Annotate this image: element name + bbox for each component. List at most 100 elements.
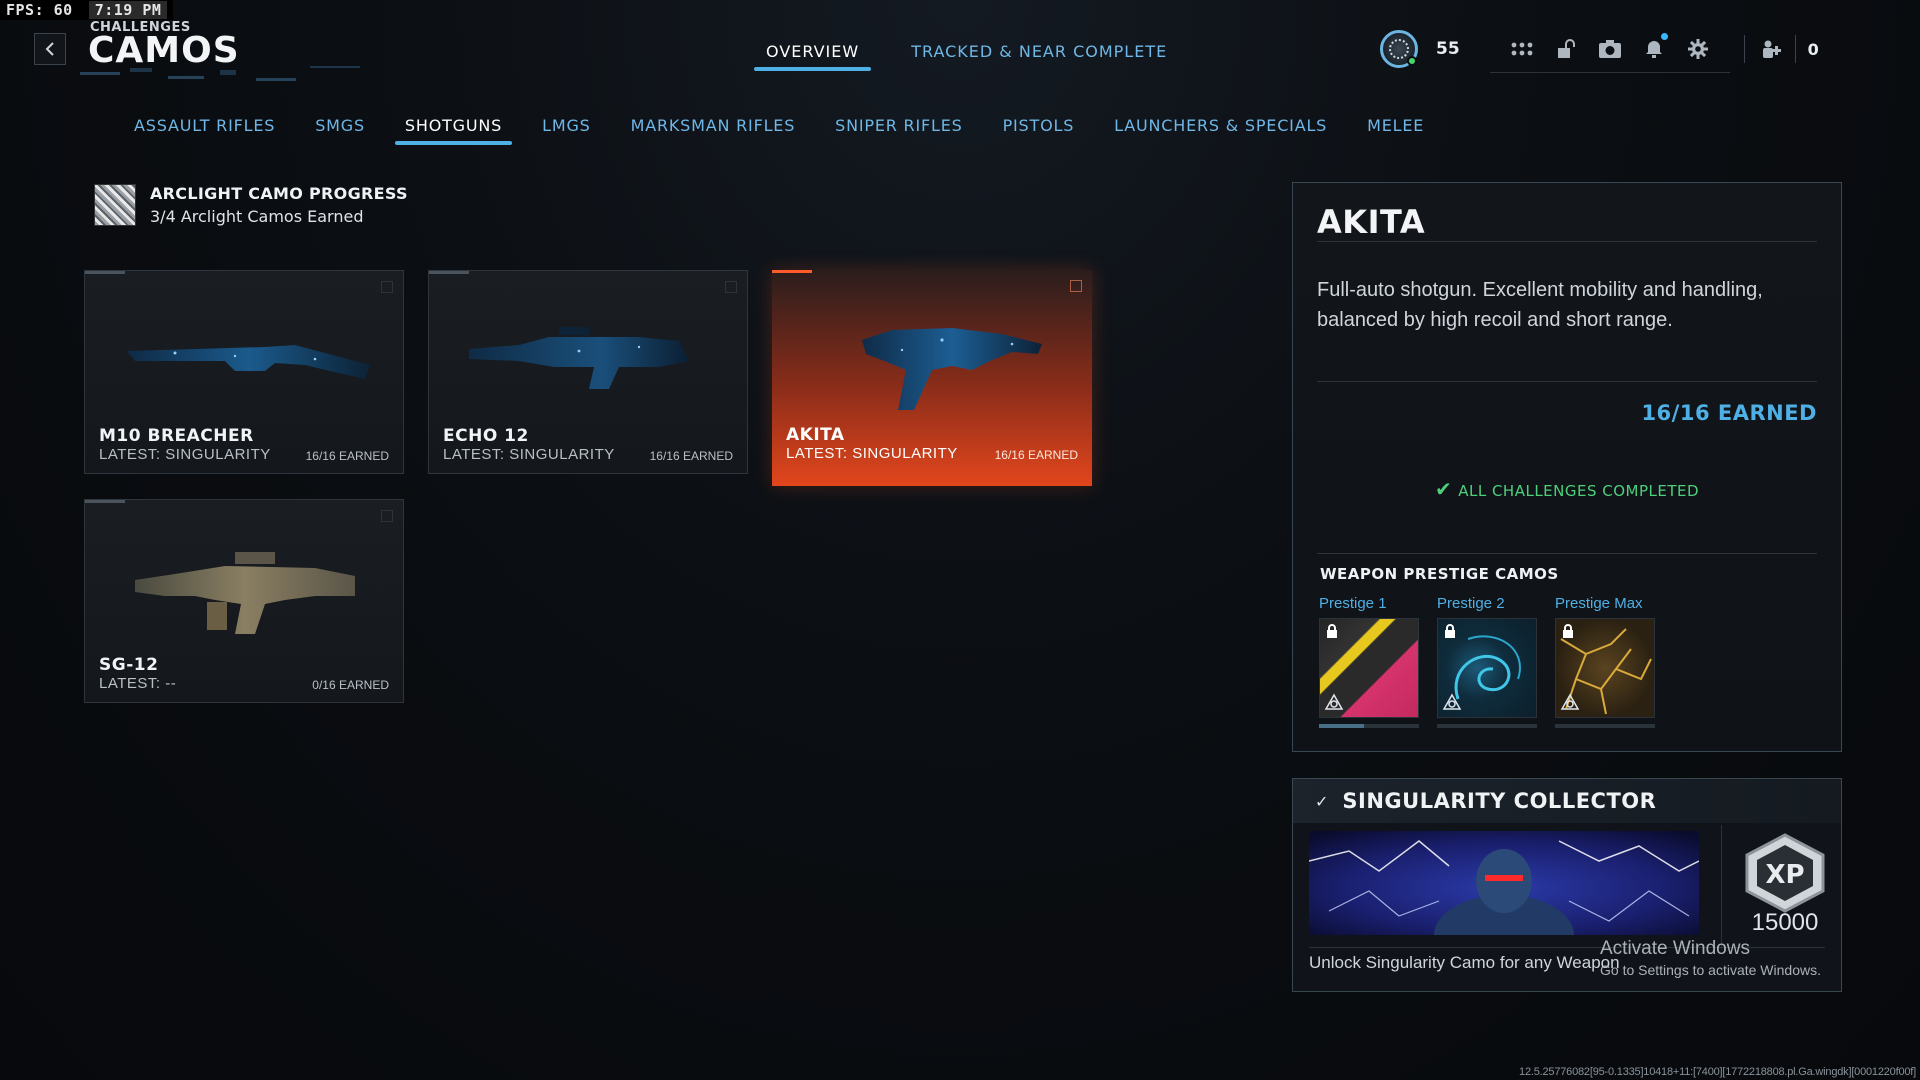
weapon-earned: 16/16 EARNED bbox=[994, 448, 1078, 462]
prestige-camo-swatch bbox=[1555, 618, 1655, 718]
xp-amount: 15000 bbox=[1751, 909, 1819, 936]
build-string: 12.5.25776082[95-0.1335]10418+11:[7400][… bbox=[1519, 1066, 1916, 1078]
weapon-name: SG-12 bbox=[99, 655, 159, 675]
tab-lmgs[interactable]: LMGS bbox=[532, 108, 600, 145]
notification-dot bbox=[1660, 32, 1668, 40]
prestige-progress-bar bbox=[1437, 724, 1537, 728]
divider bbox=[1317, 241, 1817, 242]
prestige-label: Prestige Max bbox=[1555, 595, 1643, 612]
xp-badge-label: XP bbox=[1765, 860, 1804, 890]
top-tabs: OVERVIEW TRACKED & NEAR COMPLETE bbox=[753, 30, 1173, 71]
card-corner-icon bbox=[381, 281, 393, 293]
grid-icon[interactable] bbox=[1510, 37, 1534, 61]
prestige-emblem-icon bbox=[1324, 693, 1344, 710]
card-corner-icon bbox=[1070, 280, 1082, 292]
weapon-category-tabs: ASSAULT RIFLES SMGS SHOTGUNS LMGS MARKSM… bbox=[124, 108, 1454, 145]
weapon-detail-panel: AKITA Full-auto shotgun. Excellent mobil… bbox=[1292, 182, 1842, 752]
detail-earned: 16/16 EARNED bbox=[1641, 401, 1817, 425]
online-indicator bbox=[1407, 56, 1417, 66]
checkmark-icon: ✔ bbox=[1434, 477, 1453, 501]
prestige-emblem-icon bbox=[1560, 693, 1580, 710]
card-accent bbox=[85, 500, 125, 503]
weapon-image bbox=[862, 328, 1042, 410]
hud-separator-2 bbox=[1794, 35, 1796, 63]
weapon-card-akita[interactable]: AKITA LATEST: SINGULARITY 16/16 EARNED bbox=[772, 270, 1092, 486]
tab-marksman-rifles[interactable]: MARKSMAN RIFLES bbox=[621, 108, 806, 145]
weapon-earned: 16/16 EARNED bbox=[649, 449, 733, 463]
watermark-line2: Go to Settings to activate Windows. bbox=[1600, 962, 1821, 978]
prestige-heading: WEAPON PRESTIGE CAMOS bbox=[1320, 565, 1559, 583]
player-level: 55 bbox=[1436, 39, 1460, 59]
tab-overview[interactable]: OVERVIEW bbox=[753, 30, 872, 71]
weapon-earned: 0/16 EARNED bbox=[312, 678, 389, 692]
arclight-progress: ARCLIGHT CAMO PROGRESS 3/4 Arclight Camo… bbox=[94, 184, 408, 226]
lock-icon bbox=[1327, 624, 1337, 638]
prestige-camo-2[interactable]: Prestige 2 bbox=[1437, 595, 1537, 728]
card-accent bbox=[429, 271, 469, 274]
fps-value: 60 bbox=[53, 1, 73, 19]
tab-sniper-rifles[interactable]: SNIPER RIFLES bbox=[825, 108, 972, 145]
reward-description: Unlock Singularity Camo for any Weapon bbox=[1309, 953, 1620, 972]
weapon-latest-camo: LATEST: SINGULARITY bbox=[443, 446, 615, 463]
weapon-image bbox=[127, 345, 370, 379]
tab-shotguns[interactable]: SHOTGUNS bbox=[394, 108, 513, 145]
tab-assault-rifles[interactable]: ASSAULT RIFLES bbox=[124, 108, 285, 145]
reward-banner-image bbox=[1309, 831, 1699, 935]
prestige-camo-max[interactable]: Prestige Max bbox=[1555, 595, 1655, 728]
prestige-label: Prestige 1 bbox=[1319, 595, 1387, 612]
party-icon[interactable] bbox=[1759, 37, 1783, 61]
camera-icon[interactable] bbox=[1598, 37, 1622, 61]
challenges-status: ✔ ALL CHALLENGES COMPLETED bbox=[1293, 477, 1841, 501]
bell-icon[interactable] bbox=[1642, 32, 1668, 61]
prestige-camos: Prestige 1 Prestige 2 Prestige Max bbox=[1319, 595, 1655, 728]
tab-pistols[interactable]: PISTOLS bbox=[993, 108, 1085, 145]
weapon-name: AKITA bbox=[786, 425, 845, 445]
tab-tracked[interactable]: TRACKED & NEAR COMPLETE bbox=[905, 30, 1173, 71]
arclight-camo-thumbnail bbox=[94, 184, 136, 226]
reward-separator bbox=[1721, 825, 1722, 949]
player-level-badge[interactable] bbox=[1380, 30, 1418, 68]
weapon-latest-camo: LATEST: SINGULARITY bbox=[786, 445, 958, 462]
glitch-decoration bbox=[80, 66, 360, 81]
tab-smgs[interactable]: SMGS bbox=[305, 108, 375, 145]
lock-icon bbox=[1445, 624, 1455, 638]
weapon-latest-camo: LATEST: -- bbox=[99, 675, 177, 692]
prestige-camo-1[interactable]: Prestige 1 bbox=[1319, 595, 1419, 728]
prestige-label: Prestige 2 bbox=[1437, 595, 1505, 612]
card-accent bbox=[85, 271, 125, 274]
weapon-earned: 16/16 EARNED bbox=[305, 449, 389, 463]
divider bbox=[1317, 381, 1817, 382]
checkmark-icon: ✓ bbox=[1315, 791, 1329, 811]
reward-title: SINGULARITY COLLECTOR bbox=[1342, 789, 1657, 813]
arclight-progress-title: ARCLIGHT CAMO PROGRESS bbox=[150, 184, 408, 203]
back-button[interactable] bbox=[34, 33, 66, 65]
weapon-card-echo-12[interactable]: ECHO 12 LATEST: SINGULARITY 16/16 EARNED bbox=[428, 270, 748, 474]
arclight-progress-subtitle: 3/4 Arclight Camos Earned bbox=[150, 207, 364, 226]
reward-header: ✓ SINGULARITY COLLECTOR bbox=[1293, 779, 1841, 823]
fps-label: FPS: bbox=[6, 1, 45, 19]
fps-overlay: FPS: 60 7:19 PM bbox=[0, 0, 174, 20]
prestige-camo-swatch bbox=[1319, 618, 1419, 718]
card-corner-icon bbox=[381, 510, 393, 522]
weapon-card-sg-12[interactable]: SG-12 LATEST: -- 0/16 EARNED bbox=[84, 499, 404, 703]
hud-bar: 55 0 bbox=[1380, 26, 1859, 73]
weapon-name: M10 BREACHER bbox=[99, 426, 254, 446]
card-corner-icon bbox=[725, 281, 737, 293]
card-accent bbox=[772, 270, 812, 273]
unlock-icon[interactable] bbox=[1554, 37, 1578, 61]
weapon-card-m10-breacher[interactable]: M10 BREACHER LATEST: SINGULARITY 16/16 E… bbox=[84, 270, 404, 474]
gear-icon[interactable] bbox=[1686, 37, 1710, 61]
prestige-camo-swatch bbox=[1437, 618, 1537, 718]
prestige-progress-bar bbox=[1319, 724, 1419, 728]
tab-melee[interactable]: MELEE bbox=[1357, 108, 1434, 145]
weapon-image bbox=[135, 552, 355, 634]
watermark-line1: Activate Windows bbox=[1600, 938, 1750, 959]
detail-description: Full-auto shotgun. Excellent mobility an… bbox=[1317, 279, 1763, 331]
chevron-left-icon bbox=[45, 42, 54, 56]
clock: 7:19 PM bbox=[88, 1, 168, 19]
weapon-name: ECHO 12 bbox=[443, 426, 529, 446]
detail-title: AKITA bbox=[1317, 203, 1426, 241]
prestige-progress-bar bbox=[1555, 724, 1655, 728]
xp-badge-icon: XP bbox=[1745, 833, 1825, 913]
tab-launchers-specials[interactable]: LAUNCHERS & SPECIALS bbox=[1104, 108, 1337, 145]
